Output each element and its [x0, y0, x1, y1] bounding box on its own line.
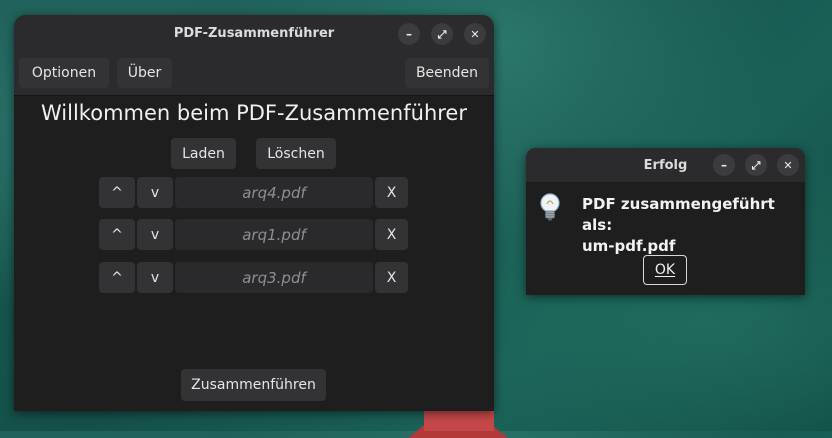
close-button[interactable]: ✕: [777, 154, 799, 176]
remove-file-button[interactable]: X: [375, 262, 408, 293]
window-title: PDF-Zusammenführer: [173, 25, 335, 41]
move-down-button[interactable]: v: [137, 177, 173, 208]
minimize-button[interactable]: –: [713, 154, 735, 176]
move-up-button[interactable]: ^: [99, 177, 135, 208]
dialog-message-line1: PDF zusammengeführt als:: [582, 195, 775, 234]
maximize-icon: ⤢: [437, 27, 447, 41]
load-button[interactable]: Laden: [171, 138, 236, 169]
dialog-message-filename: um-pdf.pdf: [582, 237, 676, 255]
file-name-field: arq1.pdf: [175, 219, 373, 250]
remove-file-button[interactable]: X: [375, 219, 408, 250]
options-button[interactable]: Optionen: [19, 58, 109, 88]
merge-button[interactable]: Zusammenführen: [181, 369, 326, 401]
minimize-icon: –: [721, 158, 727, 172]
close-button[interactable]: ✕: [464, 23, 486, 45]
minimize-icon: –: [406, 27, 412, 41]
main-titlebar[interactable]: PDF-Zusammenführer – ⤢ ✕: [14, 15, 494, 51]
dialog-window-controls: – ⤢ ✕: [713, 154, 799, 176]
move-down-button[interactable]: v: [137, 219, 173, 250]
success-dialog: Erfolg – ⤢ ✕ PDF zusammengeführt als: um…: [526, 148, 805, 295]
quit-button[interactable]: Beenden: [405, 58, 489, 88]
maximize-icon: ⤢: [751, 158, 761, 172]
dialog-titlebar[interactable]: Erfolg – ⤢ ✕: [526, 148, 805, 182]
move-up-button[interactable]: ^: [99, 262, 135, 293]
desktop-wallpaper-house: [424, 410, 494, 431]
minimize-button[interactable]: –: [398, 23, 420, 45]
window-controls: – ⤢ ✕: [398, 23, 486, 45]
dialog-message: PDF zusammengeführt als: um-pdf.pdf: [582, 194, 802, 257]
toolbar: Optionen Über Beenden: [14, 51, 494, 96]
close-icon: ✕: [783, 158, 793, 172]
file-name-field: arq3.pdf: [175, 262, 373, 293]
about-button[interactable]: Über: [117, 58, 172, 88]
remove-file-button[interactable]: X: [375, 177, 408, 208]
maximize-button[interactable]: ⤢: [431, 23, 453, 45]
move-down-button[interactable]: v: [137, 262, 173, 293]
maximize-button[interactable]: ⤢: [745, 154, 767, 176]
dialog-title: Erfolg: [643, 157, 688, 173]
ok-button-label: OK: [654, 262, 676, 278]
delete-button[interactable]: Löschen: [256, 138, 336, 169]
lightbulb-icon: [540, 193, 560, 221]
pdf-merger-window: PDF-Zusammenführer – ⤢ ✕ Optionen Über B…: [14, 15, 494, 411]
move-up-button[interactable]: ^: [99, 219, 135, 250]
close-icon: ✕: [470, 27, 480, 41]
welcome-heading: Willkommen beim PDF-Zusammenführer: [41, 101, 467, 125]
ok-button[interactable]: OK: [643, 255, 687, 285]
file-name-field: arq4.pdf: [175, 177, 373, 208]
